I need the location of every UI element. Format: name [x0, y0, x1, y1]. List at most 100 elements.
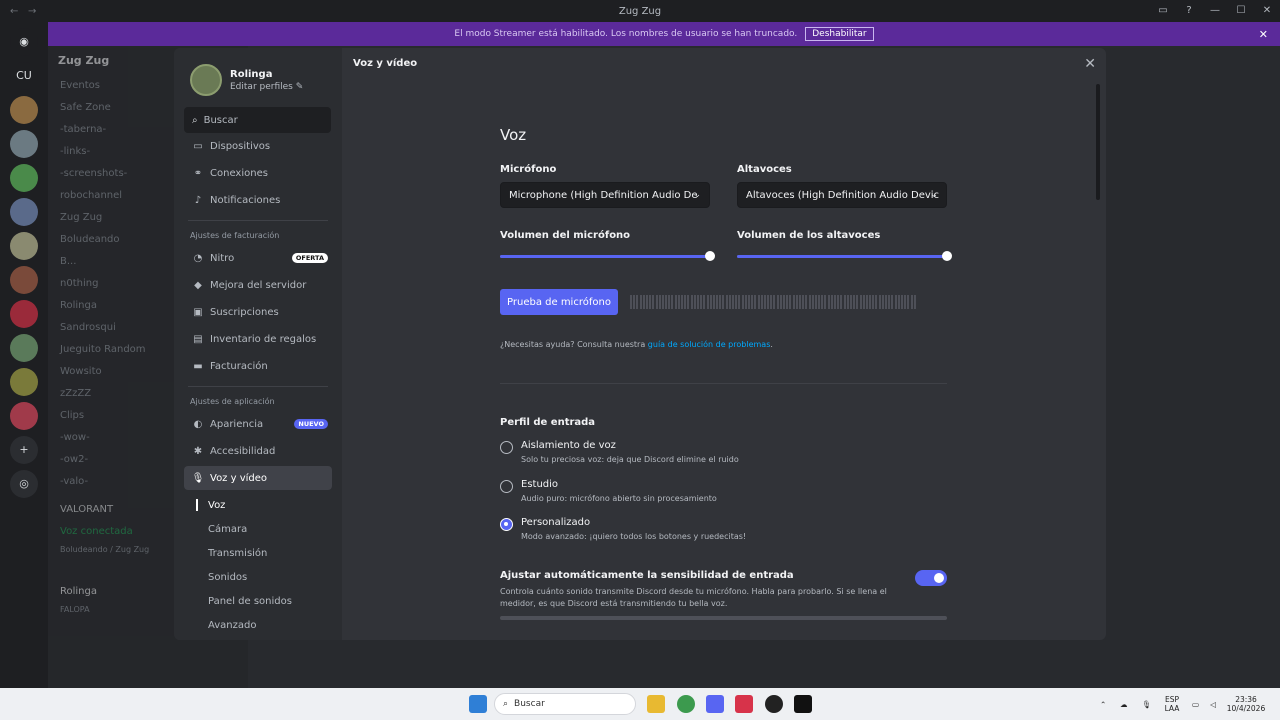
- meter-bar: [853, 295, 856, 309]
- nav-item-appearance[interactable]: ◐ Apariencia NUEVO: [184, 412, 332, 436]
- microphone-icon[interactable]: 🎙: [1142, 700, 1152, 709]
- nav-item-gift-inventory[interactable]: ▤ Inventario de regalos: [184, 327, 332, 351]
- meter-bar: [837, 295, 840, 309]
- pencil-icon: ✎: [295, 81, 304, 92]
- card-icon: ▬: [193, 360, 203, 372]
- maximize-icon[interactable]: ☐: [1228, 0, 1254, 22]
- speaker-label: Altavoces: [737, 164, 792, 175]
- explore-icon[interactable]: ◎: [10, 470, 38, 498]
- meter-bar: [913, 295, 916, 309]
- network-icon[interactable]: ▭: [1192, 700, 1199, 709]
- radio-button[interactable]: [500, 480, 513, 493]
- meter-bar: [687, 295, 690, 309]
- meter-bar: [814, 295, 817, 309]
- profile-card[interactable]: Rolinga Editar perfiles ✎: [190, 64, 303, 96]
- slider-handle[interactable]: [942, 251, 952, 261]
- meter-bar: [811, 295, 814, 309]
- nav-item-devices[interactable]: ▭ Dispositivos: [184, 134, 332, 158]
- folder-icon[interactable]: [647, 695, 665, 713]
- nav-item-voice-video[interactable]: 🎙 Voz y vídeo: [184, 466, 332, 490]
- meter-bar: [754, 295, 757, 309]
- add-server-icon[interactable]: +: [10, 436, 38, 464]
- meter-bar: [668, 295, 671, 309]
- disable-streamer-button[interactable]: Deshabilitar: [805, 27, 874, 41]
- mic-select[interactable]: Microphone (High Definition Audio De ⌄: [500, 182, 710, 208]
- taskbar-search[interactable]: ⌕ Buscar: [494, 693, 636, 715]
- section-title: Voz: [500, 126, 527, 144]
- server-icon[interactable]: [10, 368, 38, 396]
- nav-item-accessibility[interactable]: ✱ Accesibilidad: [184, 439, 332, 463]
- billing-section-header: Ajustes de facturación: [190, 231, 280, 240]
- slider-handle[interactable]: [705, 251, 715, 261]
- nav-item-nitro[interactable]: ◔ Nitro OFERTA: [184, 246, 332, 270]
- meter-bar: [706, 295, 709, 309]
- server-icon[interactable]: [10, 300, 38, 328]
- mic-volume-slider[interactable]: [500, 249, 715, 263]
- profile-voice-isolation[interactable]: Aislamiento de voz Solo tu preciosa voz: …: [500, 440, 739, 464]
- subnav-advanced[interactable]: Avanzado: [184, 613, 332, 637]
- profile-custom[interactable]: Personalizado Modo avanzado: ¡quiero todo…: [500, 517, 746, 541]
- subscriptions-icon: ▣: [193, 306, 203, 318]
- meter-bar: [722, 295, 725, 309]
- window-close-icon[interactable]: ✕: [1254, 0, 1280, 22]
- server-icon[interactable]: [10, 164, 38, 192]
- settings-modal: Rolinga Editar perfiles ✎ ⌕ ▭Dispositivo…: [174, 48, 1106, 640]
- server-icon[interactable]: [10, 402, 38, 430]
- edit-profiles-link[interactable]: Editar perfiles ✎: [230, 82, 303, 92]
- help-icon[interactable]: ?: [1176, 0, 1202, 22]
- banner-close-icon[interactable]: ✕: [1259, 28, 1268, 41]
- boost-icon: ◆: [194, 279, 202, 291]
- discord-icon[interactable]: [706, 695, 724, 713]
- subnav-streaming[interactable]: Transmisión: [184, 541, 332, 565]
- meter-bar: [661, 295, 664, 309]
- search-input[interactable]: [203, 114, 314, 126]
- meter-bar: [751, 295, 754, 309]
- subnav-voice[interactable]: Voz: [184, 493, 332, 517]
- server-icon[interactable]: [10, 130, 38, 158]
- nav-item-billing[interactable]: ▬ Facturación: [184, 354, 332, 378]
- settings-search[interactable]: ⌕: [184, 107, 331, 133]
- chevron-up-icon[interactable]: ⌃: [1100, 700, 1106, 709]
- server-icon[interactable]: [10, 96, 38, 124]
- subnav-camera[interactable]: Cámara: [184, 517, 332, 541]
- nav-item-connections[interactable]: ⚭ Conexiones: [184, 161, 332, 185]
- meter-bar: [859, 295, 862, 309]
- meter-bar: [881, 295, 884, 309]
- auto-sensitivity-toggle[interactable]: [915, 570, 947, 586]
- onedrive-icon[interactable]: ☁: [1120, 700, 1128, 709]
- inbox-icon[interactable]: ▭: [1150, 0, 1176, 22]
- server-icon[interactable]: [10, 198, 38, 226]
- server-icon[interactable]: [10, 334, 38, 362]
- mic-test-button[interactable]: Prueba de micrófono: [500, 289, 618, 315]
- volume-icon[interactable]: ◁: [1210, 700, 1216, 709]
- accessibility-icon: ✱: [193, 445, 203, 457]
- nav-item-subscriptions[interactable]: ▣ Suscripciones: [184, 300, 332, 324]
- profile-studio[interactable]: Estudio Audio puro: micrófono abierto sin…: [500, 479, 717, 503]
- speaker-volume-slider[interactable]: [737, 249, 952, 263]
- app-icon[interactable]: [735, 695, 753, 713]
- chrome-icon[interactable]: [677, 695, 695, 713]
- app-icon[interactable]: [765, 695, 783, 713]
- nav-item-notifications[interactable]: ♪ Notificaciones: [184, 188, 332, 212]
- radio-button-selected[interactable]: [500, 518, 513, 531]
- clock[interactable]: 23:36 10/4/2026: [1226, 695, 1266, 713]
- tiktok-icon[interactable]: [794, 695, 812, 713]
- server-cu[interactable]: CU: [10, 62, 38, 90]
- nav-item-server-boost[interactable]: ◆ Mejora del servidor: [184, 273, 332, 297]
- scrollbar[interactable]: [1096, 84, 1100, 200]
- server-icon[interactable]: [10, 232, 38, 260]
- speaker-select[interactable]: Altavoces (High Definition Audio Devic ⌄: [737, 182, 947, 208]
- meter-bar: [907, 295, 910, 309]
- meter-bar: [719, 295, 722, 309]
- start-icon[interactable]: [469, 695, 487, 713]
- troubleshooting-link[interactable]: guía de solución de problemas: [648, 340, 771, 349]
- subnav-soundboard[interactable]: Panel de sonidos: [184, 589, 332, 613]
- language-indicator[interactable]: ESP LAA: [1162, 695, 1182, 713]
- close-icon[interactable]: ✕: [1084, 56, 1096, 72]
- server-icon[interactable]: [10, 266, 38, 294]
- discord-home-icon[interactable]: ◉: [10, 28, 38, 56]
- meter-bar: [878, 295, 881, 309]
- subnav-sounds[interactable]: Sonidos: [184, 565, 332, 589]
- minimize-icon[interactable]: —: [1202, 0, 1228, 22]
- radio-button[interactable]: [500, 441, 513, 454]
